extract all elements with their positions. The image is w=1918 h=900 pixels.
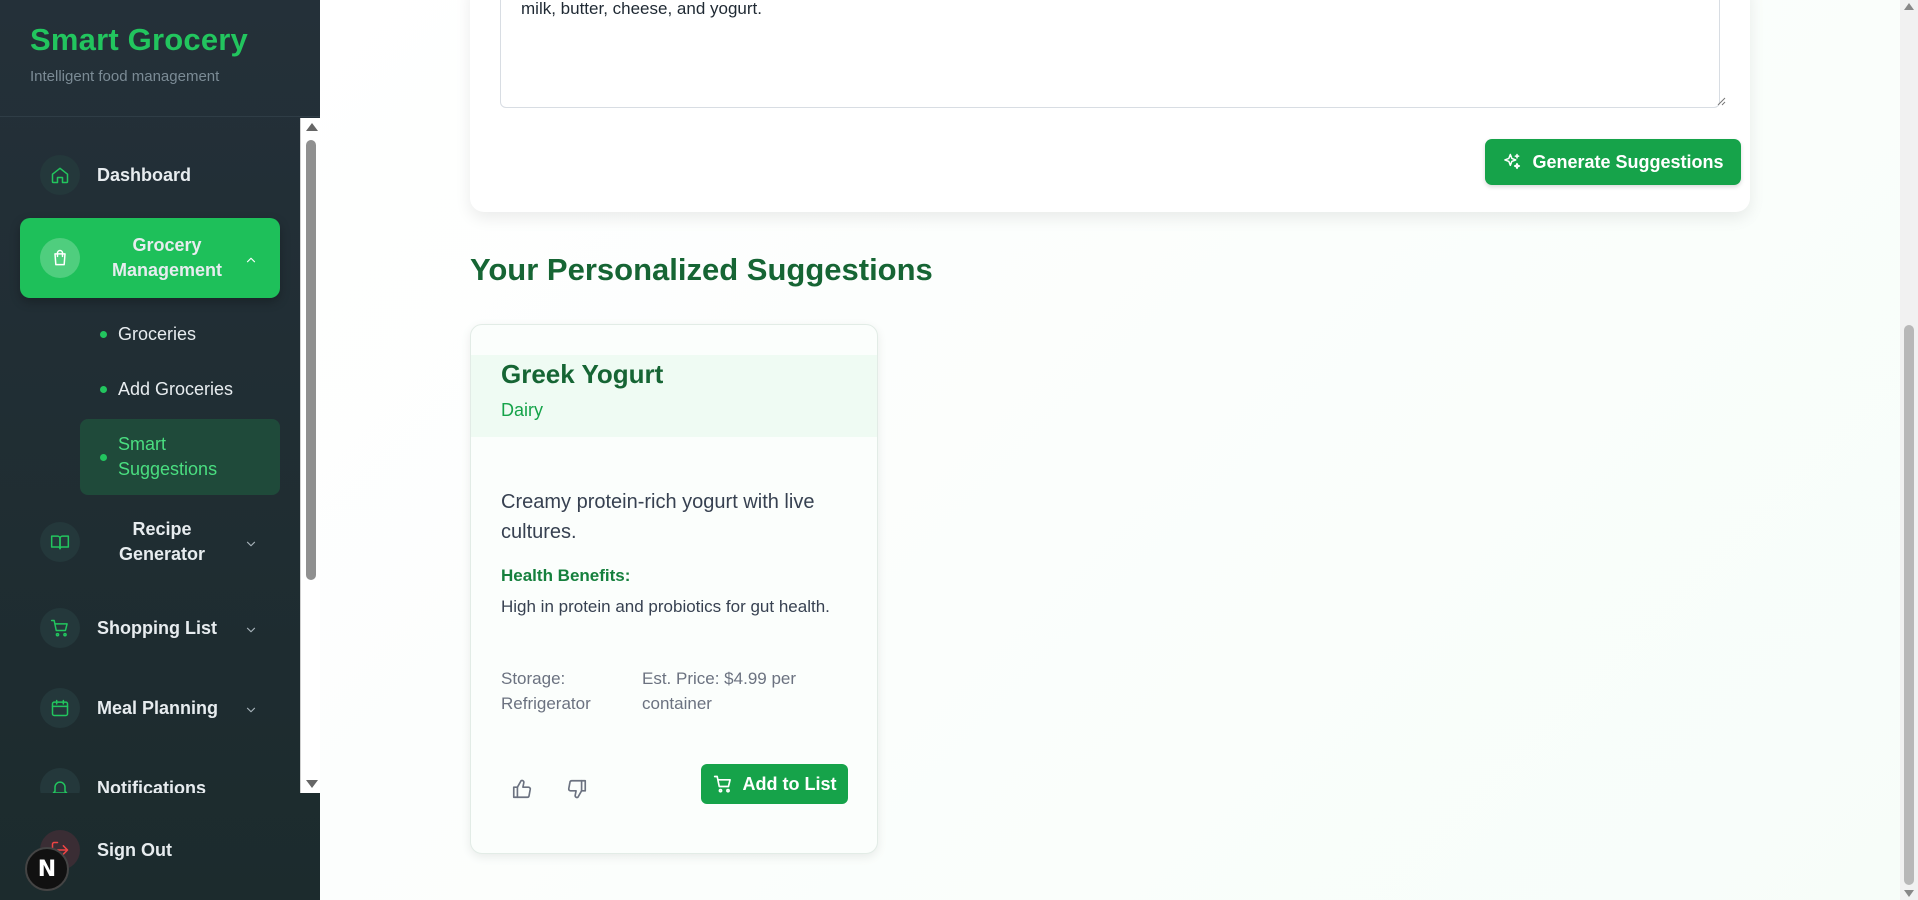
brand: Smart Grocery Intelligent food managemen… [30, 22, 248, 85]
sidebar-nav: Dashboard Grocery Management Groceries A… [0, 118, 300, 793]
sidebar-item-meal-planning[interactable]: Meal Planning [20, 684, 280, 732]
page-scrollbar[interactable] [1900, 0, 1918, 900]
scroll-down-arrow[interactable] [306, 780, 318, 788]
calendar-icon [40, 688, 80, 728]
scrollbar-thumb[interactable] [306, 140, 316, 580]
framework-badge[interactable]: N [25, 847, 69, 891]
chevron-down-icon [244, 535, 258, 549]
sparkles-icon [1504, 153, 1521, 170]
bell-icon [40, 768, 80, 793]
product-category: Dairy [501, 400, 544, 420]
add-to-list-button[interactable]: Add to List [701, 764, 848, 804]
generate-suggestions-button[interactable]: Generate Suggestions [1485, 139, 1741, 185]
chevron-down-icon [244, 621, 258, 635]
brand-subtitle: Intelligent food management [30, 68, 220, 85]
sidebar-item-label: Shopping List [97, 617, 217, 638]
chevron-up-icon [244, 251, 258, 265]
thumbs-up-icon [512, 779, 532, 799]
health-benefits-text: High in protein and probiotics for gut h… [501, 597, 830, 616]
sidebar-subitem-label: Add Groceries [118, 378, 234, 399]
scroll-up-arrow[interactable] [1904, 3, 1914, 10]
divider [0, 116, 320, 117]
suggestion-form-card: Generate Suggestions [470, 0, 1750, 212]
sidebar-item-label: Grocery Management [111, 235, 223, 280]
thumbs-down-button[interactable] [559, 771, 595, 807]
thumbs-up-button[interactable] [504, 771, 540, 807]
preferences-text: milk, butter, cheese, and yogurt. [521, 0, 762, 18]
sidebar-subitem-add-groceries[interactable]: Add Groceries [80, 369, 280, 409]
sidebar-item-label: Meal Planning [97, 697, 219, 718]
scroll-up-arrow[interactable] [306, 123, 318, 131]
sidebar-item-notifications[interactable]: Notifications [20, 764, 280, 793]
sidebar-subitem-label: Smart Suggestions [118, 434, 218, 479]
thumbs-down-icon [567, 779, 587, 799]
sidebar: Smart Grocery Intelligent food managemen… [0, 0, 320, 900]
sidebar-item-shopping-list[interactable]: Shopping List [20, 604, 280, 652]
sidebar-item-dashboard[interactable]: Dashboard [20, 151, 280, 199]
bullet-dot [100, 330, 107, 338]
section-title: Your Personalized Suggestions [470, 252, 933, 287]
sidebar-item-label: Recipe Generator [118, 519, 206, 564]
product-name: Greek Yogurt [501, 359, 664, 389]
scroll-down-arrow[interactable] [1904, 890, 1914, 897]
chevron-down-icon [244, 701, 258, 715]
main-content: Generate Suggestions milk, butter, chees… [320, 0, 1900, 900]
brand-title: Smart Grocery [30, 22, 248, 57]
generate-suggestions-label: Generate Suggestions [1532, 151, 1724, 172]
sidebar-subitem-groceries[interactable]: Groceries [80, 314, 280, 354]
sidebar-item-recipe-generator[interactable]: Recipe Generator [20, 502, 280, 582]
sign-out-label: Sign Out [97, 839, 172, 860]
add-to-list-label: Add to List [742, 773, 837, 794]
health-benefits-label: Health Benefits: [501, 566, 631, 585]
storage-info: Storage: Refrigerator [501, 669, 591, 713]
resize-handle-icon[interactable] [1716, 96, 1726, 106]
bullet-dot [100, 453, 107, 461]
product-description: Creamy protein-rich yogurt with live cul… [501, 491, 815, 543]
sidebar-scrollbar[interactable] [300, 118, 320, 793]
price-info: Est. Price: $4.99 per container [642, 669, 797, 713]
shopping-bag-icon [40, 238, 80, 278]
sidebar-subitem-label: Groceries [118, 323, 197, 344]
sidebar-item-grocery-management[interactable]: Grocery Management [20, 218, 280, 298]
suggestion-card: Greek Yogurt Dairy Creamy protein-rich y… [470, 324, 878, 854]
bullet-dot [100, 385, 107, 393]
cart-icon [713, 775, 731, 793]
cart-icon [40, 608, 80, 648]
sidebar-item-label: Dashboard [97, 164, 192, 185]
sidebar-subitem-smart-suggestions[interactable]: Smart Suggestions [80, 419, 280, 495]
scrollbar-thumb[interactable] [1904, 325, 1914, 885]
sidebar-item-label: Notifications [97, 777, 207, 794]
home-icon [40, 155, 80, 195]
book-icon [40, 522, 80, 562]
